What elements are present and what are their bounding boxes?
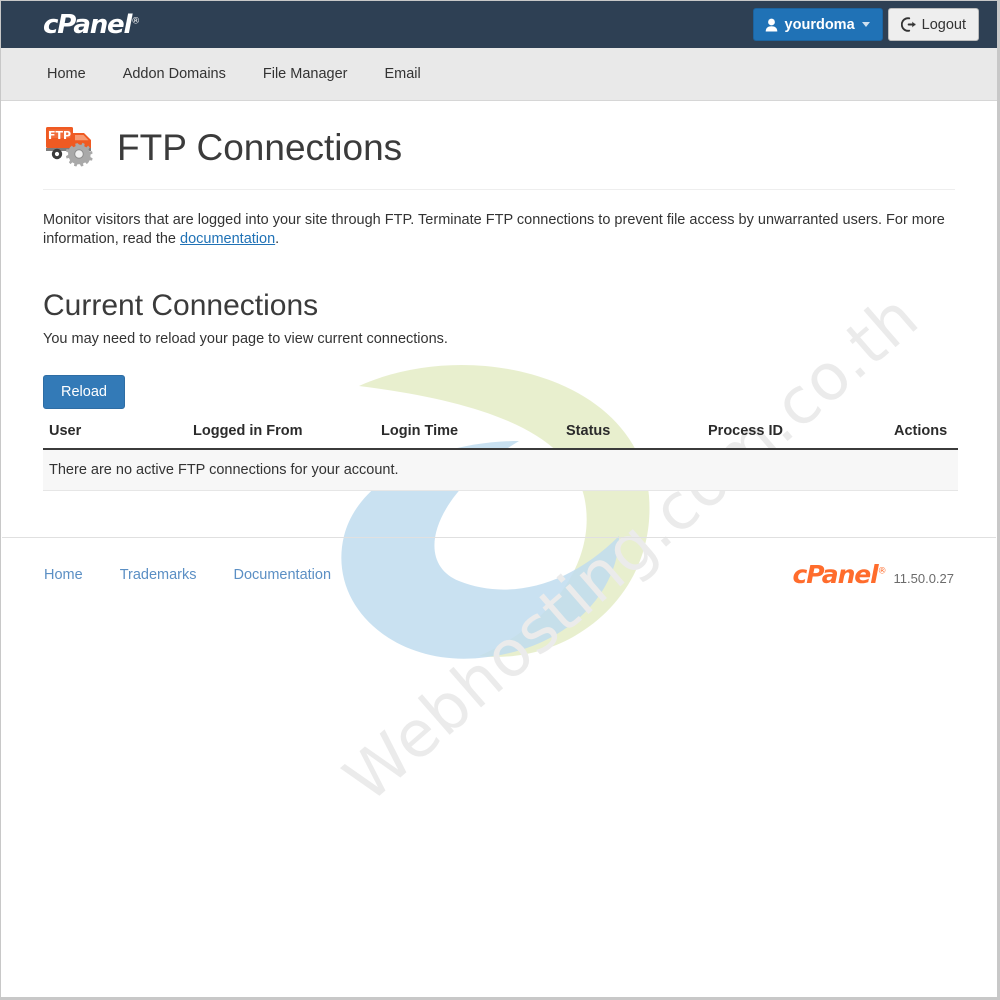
column-header-process-id: Process ID	[708, 418, 894, 451]
footer-version: 11.50.0.27	[893, 571, 954, 587]
footer-cpanel-logo: cPanel®	[792, 560, 887, 590]
footer-link-home[interactable]: Home	[44, 567, 83, 583]
table-empty-message: There are no active FTP connections for …	[43, 449, 958, 492]
svg-text:FTP: FTP	[48, 129, 71, 142]
column-header-actions: Actions	[894, 418, 958, 451]
cpanel-logo-text: cPanel	[43, 9, 132, 40]
table-body: There are no active FTP connections for …	[43, 449, 958, 492]
nav-item-addon-domains[interactable]: Addon Domains	[123, 66, 226, 82]
reload-button[interactable]: Reload	[43, 375, 125, 410]
ftp-truck-gear-icon: FTP	[46, 127, 93, 167]
table-header: User Logged in From Login Time Status Pr…	[43, 418, 958, 451]
column-header-status: Status	[566, 418, 708, 451]
current-connections-subtext: You may need to reload your page to view…	[43, 331, 448, 348]
column-header-login-time: Login Time	[381, 418, 566, 451]
page-description: Monitor visitors that are logged into yo…	[43, 211, 955, 249]
user-account-label: yourdoma	[784, 16, 855, 33]
page-description-period: .	[275, 231, 280, 248]
table-header-row: User Logged in From Login Time Status Pr…	[43, 418, 958, 451]
footer-link-documentation[interactable]: Documentation	[234, 567, 332, 583]
current-connections-heading: Current Connections	[43, 289, 319, 323]
logout-button[interactable]: Logout	[887, 8, 979, 41]
footer-cpanel-text: cPanel	[792, 560, 878, 590]
documentation-link[interactable]: documentation	[180, 231, 275, 247]
chevron-down-icon	[861, 22, 870, 27]
column-header-user: User	[43, 418, 193, 451]
page-header: FTP FTP Connections	[43, 101, 955, 190]
logout-label: Logout	[921, 16, 966, 33]
main-navigation: Home Addon Domains File Manager Email	[1, 48, 997, 101]
table-empty-row: There are no active FTP connections for …	[43, 449, 958, 492]
nav-item-file-manager[interactable]: File Manager	[263, 66, 348, 82]
nav-item-email[interactable]: Email	[384, 66, 420, 82]
header-actions: yourdoma Logout	[752, 8, 989, 41]
browser-page: Webhosting.com.co.th cPanel® yourdoma Lo…	[0, 0, 1000, 1000]
page-title: FTP Connections	[117, 126, 403, 168]
user-account-button[interactable]: yourdoma	[752, 8, 883, 41]
ftp-connections-table: User Logged in From Login Time Status Pr…	[43, 418, 958, 492]
top-header-bar: cPanel® yourdoma Logout	[1, 1, 997, 48]
user-icon	[765, 18, 778, 32]
page-footer: Home Trademarks Documentation cPanel® 11…	[2, 537, 996, 607]
column-header-logged-in-from: Logged in From	[193, 418, 381, 451]
page-description-text: Monitor visitors that are logged into yo…	[43, 212, 945, 248]
footer-registered-mark: ®	[877, 566, 887, 577]
footer-link-trademarks[interactable]: Trademarks	[120, 567, 197, 583]
main-content: FTP FTP Connections Monitor visitors tha…	[1, 101, 997, 537]
footer-branding: cPanel® 11.50.0.27	[792, 562, 954, 587]
cpanel-logo: cPanel®	[43, 9, 140, 40]
nav-item-home[interactable]: Home	[47, 66, 86, 82]
registered-mark: ®	[131, 15, 140, 26]
logout-icon	[900, 17, 916, 32]
